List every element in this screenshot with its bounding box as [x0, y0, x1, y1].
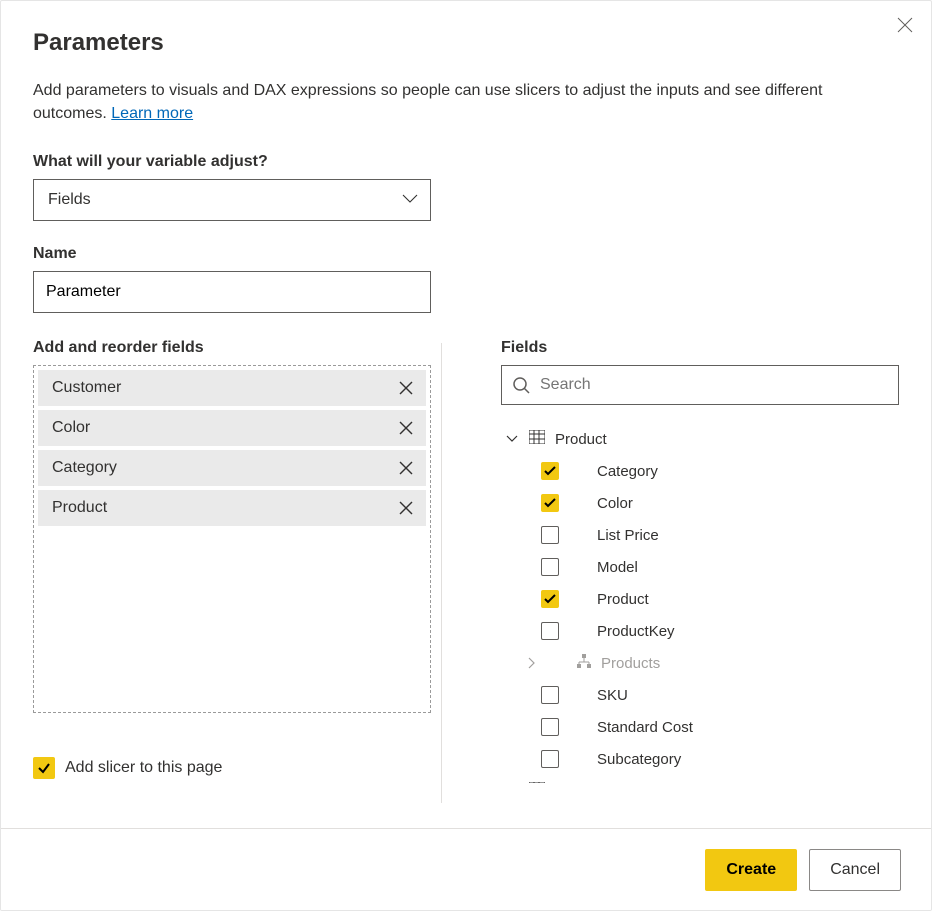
parameters-dialog: Parameters Add parameters to visuals and…: [0, 0, 932, 911]
dialog-footer: Create Cancel: [1, 828, 931, 910]
table-label: Reseller: [555, 783, 610, 784]
field-checkbox[interactable]: [541, 750, 559, 768]
check-icon: [37, 762, 51, 774]
reorder-item[interactable]: Customer: [38, 370, 426, 406]
remove-item-button[interactable]: [396, 418, 416, 438]
name-label: Name: [33, 245, 899, 263]
learn-more-link[interactable]: Learn more: [111, 105, 193, 122]
fields-label: Fields: [501, 339, 899, 357]
reorder-item-label: Customer: [52, 379, 121, 397]
reorder-dropzone[interactable]: Customer Color Category Product: [33, 365, 431, 713]
field-label: ProductKey: [597, 623, 675, 640]
field-checkbox[interactable]: [541, 622, 559, 640]
remove-item-button[interactable]: [396, 498, 416, 518]
field-checkbox[interactable]: [541, 494, 559, 512]
reorder-item[interactable]: Category: [38, 450, 426, 486]
search-input[interactable]: [538, 375, 888, 395]
table-node-product[interactable]: Product: [501, 423, 891, 455]
select-value: Fields: [48, 191, 91, 209]
fields-tree[interactable]: Product Category Color: [501, 423, 899, 783]
close-icon: [399, 501, 413, 515]
field-checkbox[interactable]: [541, 590, 559, 608]
field-row[interactable]: Category: [501, 455, 891, 487]
remove-item-button[interactable]: [396, 458, 416, 478]
field-label: Category: [597, 463, 658, 480]
field-label: Products: [601, 655, 660, 672]
reorder-label: Add and reorder fields: [33, 339, 431, 357]
field-checkbox[interactable]: [541, 526, 559, 544]
field-row[interactable]: SKU: [501, 679, 891, 711]
cancel-button[interactable]: Cancel: [809, 849, 901, 891]
check-icon: [544, 466, 556, 476]
chevron-right-icon: [525, 656, 539, 670]
field-label: Color: [597, 495, 633, 512]
field-row[interactable]: ProductKey: [501, 615, 891, 647]
variable-adjust-label: What will your variable adjust?: [33, 153, 899, 171]
field-checkbox[interactable]: [541, 462, 559, 480]
field-label: Model: [597, 559, 638, 576]
reorder-item[interactable]: Color: [38, 410, 426, 446]
field-row[interactable]: List Price: [501, 519, 891, 551]
check-icon: [544, 594, 556, 604]
close-icon: [399, 461, 413, 475]
reorder-item-label: Category: [52, 459, 117, 477]
field-label: Product: [597, 591, 649, 608]
reorder-column: Add and reorder fields Customer Color Ca…: [33, 339, 431, 783]
add-slicer-checkbox[interactable]: [33, 757, 55, 779]
field-row[interactable]: Product: [501, 583, 891, 615]
dialog-description: Add parameters to visuals and DAX expres…: [33, 79, 899, 125]
check-icon: [544, 498, 556, 508]
fields-column: Fields Product Category: [501, 339, 899, 783]
chevron-down-icon: [402, 191, 418, 209]
table-icon: [529, 430, 545, 448]
field-label: SKU: [597, 687, 628, 704]
close-icon: [399, 421, 413, 435]
hierarchy-row[interactable]: Products: [501, 647, 891, 679]
table-icon: [529, 782, 545, 783]
name-input[interactable]: [33, 271, 431, 313]
create-button[interactable]: Create: [705, 849, 797, 891]
reorder-item-label: Color: [52, 419, 90, 437]
close-icon: [399, 381, 413, 395]
remove-item-button[interactable]: [396, 378, 416, 398]
reorder-item[interactable]: Product: [38, 490, 426, 526]
field-checkbox[interactable]: [541, 686, 559, 704]
add-slicer-label: Add slicer to this page: [65, 759, 222, 777]
reorder-item-label: Product: [52, 499, 107, 517]
hierarchy-icon: [577, 654, 591, 672]
field-row[interactable]: Subcategory: [501, 743, 891, 775]
field-checkbox[interactable]: [541, 558, 559, 576]
variable-adjust-select[interactable]: Fields: [33, 179, 431, 221]
field-row[interactable]: Color: [501, 487, 891, 519]
field-label: Standard Cost: [597, 719, 693, 736]
close-icon: [897, 17, 913, 33]
field-label: Subcategory: [597, 751, 681, 768]
table-node-reseller[interactable]: Reseller: [501, 775, 891, 783]
search-field-wrap[interactable]: [501, 365, 899, 405]
field-checkbox[interactable]: [541, 718, 559, 736]
dialog-title: Parameters: [33, 29, 899, 57]
chevron-down-icon: [505, 432, 519, 446]
close-button[interactable]: [895, 15, 915, 35]
vertical-separator: [441, 343, 442, 803]
search-icon: [512, 376, 530, 394]
field-label: List Price: [597, 527, 659, 544]
add-slicer-row[interactable]: Add slicer to this page: [33, 757, 431, 779]
table-label: Product: [555, 431, 607, 448]
field-row[interactable]: Standard Cost: [501, 711, 891, 743]
field-row[interactable]: Model: [501, 551, 891, 583]
